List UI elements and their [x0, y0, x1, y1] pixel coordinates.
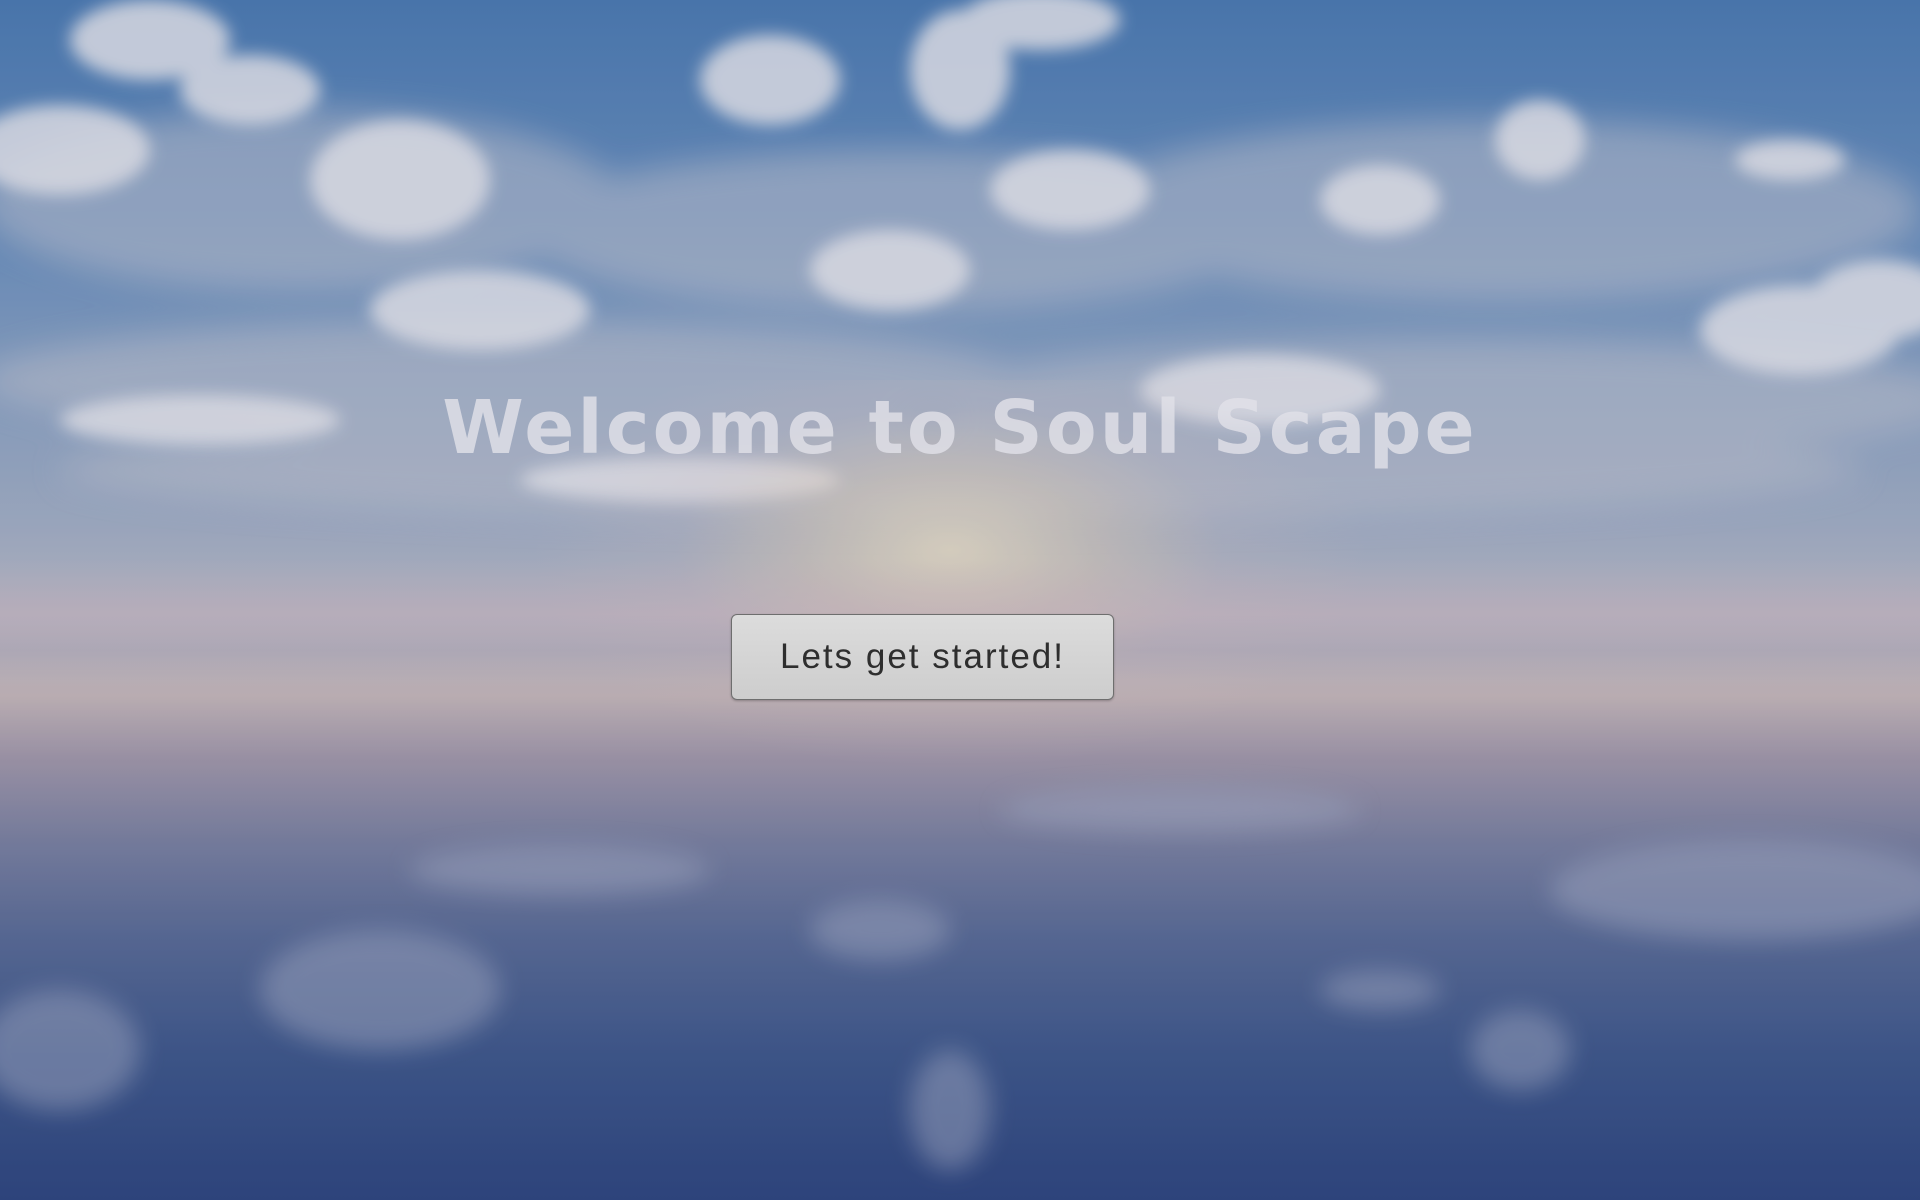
welcome-screen: Welcome to Soul Scape Lets get started!: [0, 0, 1920, 1200]
get-started-button-label: Lets get started!: [780, 637, 1065, 676]
get-started-button[interactable]: Lets get started!: [731, 614, 1114, 700]
page-title: Welcome to Soul Scape: [442, 385, 1478, 471]
cloud-sky-background: [0, 0, 1920, 520]
background-dim-overlay: [0, 0, 1920, 1200]
